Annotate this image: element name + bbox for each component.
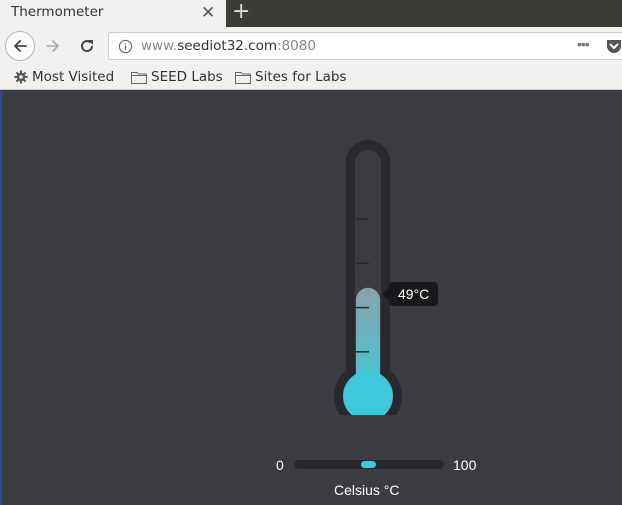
- unit-label: Celsius °C: [334, 482, 400, 498]
- slider-min-label: 0: [276, 457, 284, 473]
- slider-max-label: 100: [453, 457, 477, 473]
- temperature-readout: 49°C: [381, 281, 439, 306]
- slider-thumb[interactable]: [361, 461, 376, 468]
- temperature-slider[interactable]: [294, 460, 444, 469]
- thermometer: [334, 140, 402, 415]
